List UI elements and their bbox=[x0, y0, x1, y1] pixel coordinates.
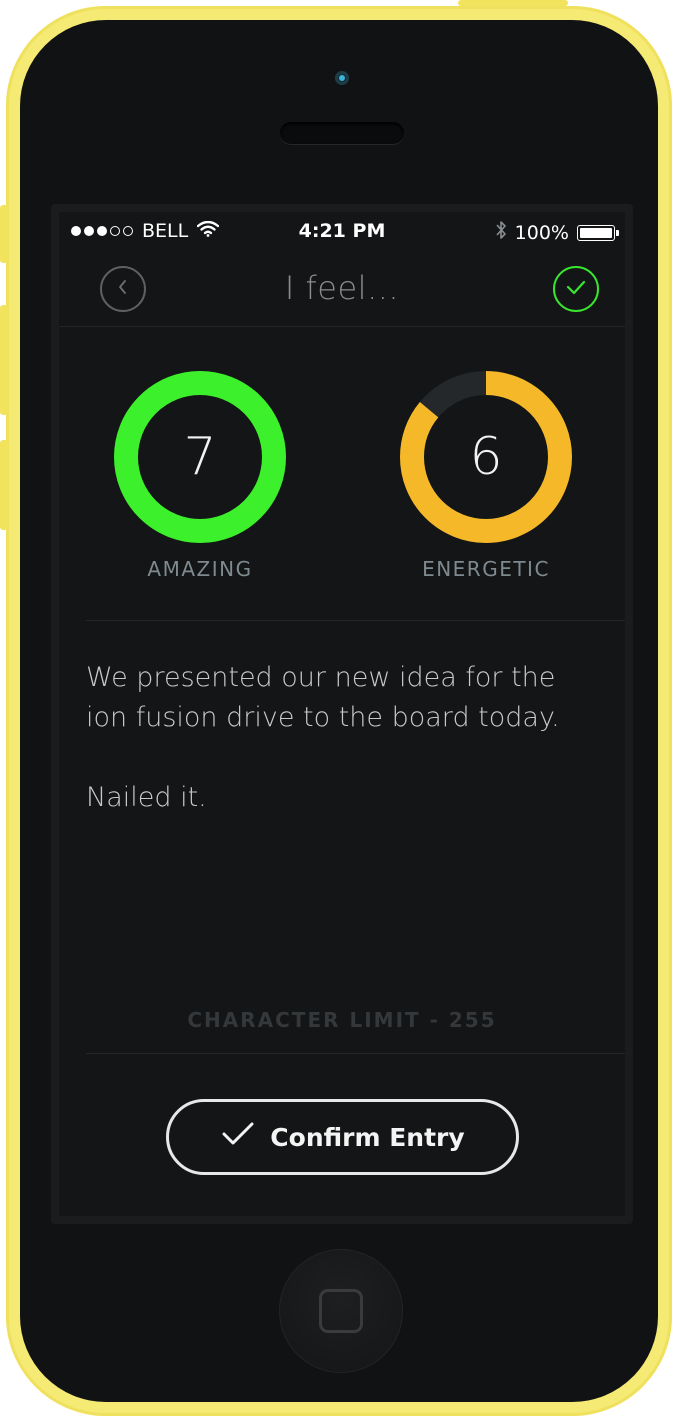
checkmark-icon bbox=[564, 277, 588, 301]
divider bbox=[86, 1053, 625, 1054]
done-button[interactable] bbox=[553, 266, 599, 312]
entry-line: We presented our new idea for the bbox=[86, 662, 556, 693]
character-limit: CHARACTER LIMIT - 255 bbox=[187, 1008, 497, 1032]
gauge-label: AMAZING bbox=[147, 557, 253, 581]
confirm-entry-label: Confirm Entry bbox=[270, 1122, 465, 1152]
gauge-amazing[interactable]: 7 bbox=[112, 369, 288, 545]
gauge-label: ENERGETIC bbox=[422, 557, 550, 581]
divider bbox=[86, 620, 625, 621]
status-bar: BELL 4:21 PM 100% bbox=[59, 212, 625, 252]
gauge-value: 6 bbox=[469, 427, 503, 487]
entry-textarea[interactable]: We presented our new idea for the ion fu… bbox=[86, 658, 606, 818]
volume-up-button bbox=[0, 305, 8, 415]
confirm-entry-button[interactable]: Confirm Entry bbox=[166, 1099, 519, 1175]
entry-line: Nailed it. bbox=[86, 782, 207, 813]
home-square-icon bbox=[319, 1289, 363, 1333]
gauge-value: 7 bbox=[183, 427, 217, 487]
power-button bbox=[458, 0, 568, 6]
page-title: I feel... bbox=[284, 269, 400, 307]
entry-spacer bbox=[86, 738, 606, 778]
battery-percent: 100% bbox=[514, 221, 569, 244]
status-right: 100% bbox=[495, 220, 619, 245]
gauge-energetic[interactable]: 6 bbox=[398, 369, 574, 545]
front-camera bbox=[335, 71, 349, 85]
mute-switch bbox=[0, 205, 8, 263]
screen: BELL 4:21 PM 100% I feel... 7 AMAZING 6 … bbox=[59, 212, 625, 1216]
checkmark-icon bbox=[220, 1120, 256, 1154]
battery-icon bbox=[577, 224, 619, 241]
entry-line: ion fusion drive to the board today. bbox=[86, 702, 560, 733]
bluetooth-icon bbox=[495, 220, 507, 245]
nav-bar: I feel... bbox=[59, 254, 625, 327]
home-button[interactable] bbox=[279, 1249, 403, 1373]
volume-down-button bbox=[0, 440, 8, 530]
earpiece-speaker bbox=[280, 122, 404, 144]
